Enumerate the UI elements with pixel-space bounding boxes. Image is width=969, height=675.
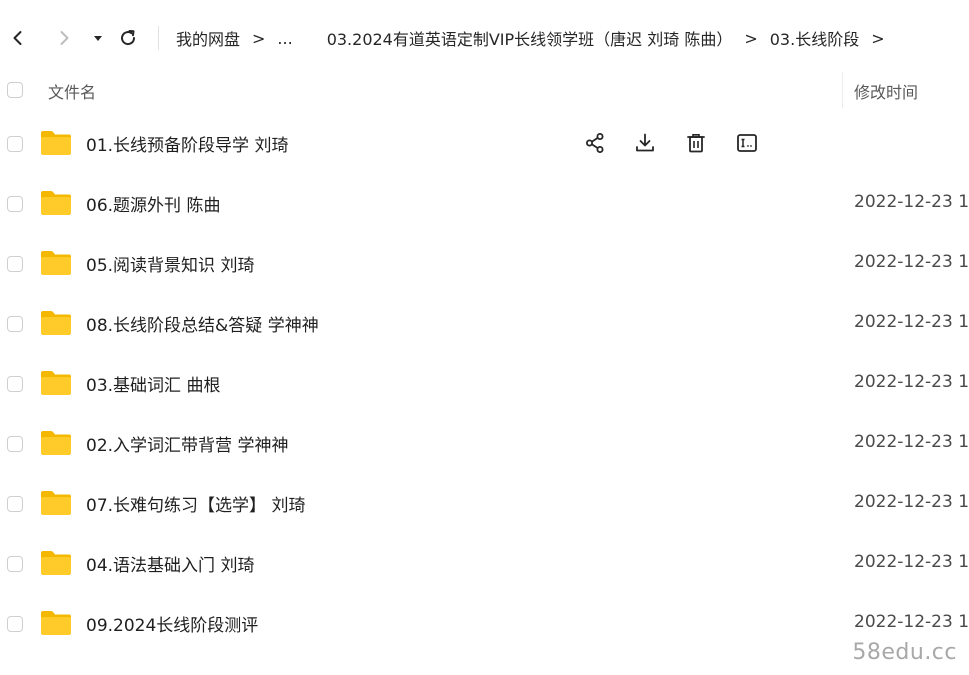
file-modified-time: 2022-12-23 1: [854, 432, 969, 452]
breadcrumb-item-root[interactable]: 我的网盘: [176, 26, 240, 50]
folder-icon: [40, 190, 72, 216]
file-modified-time: 2022-12-23 1: [854, 312, 969, 332]
folder-icon: [40, 490, 72, 516]
file-modified-time: 2022-12-23 1: [854, 192, 969, 212]
file-name[interactable]: 09.2024长线阶段测评: [86, 611, 258, 636]
file-name[interactable]: 04.语法基础入门 刘琦: [86, 551, 254, 576]
breadcrumb-separator: >: [252, 28, 266, 48]
refresh-button[interactable]: [112, 22, 144, 54]
caret-down-icon: [94, 36, 102, 41]
row-checkbox[interactable]: [7, 436, 23, 452]
select-all-checkbox[interactable]: [7, 82, 23, 98]
file-name[interactable]: 08.长线阶段总结&答疑 学神神: [86, 311, 319, 336]
file-modified-time: 2022-12-23 1: [854, 612, 969, 632]
row-checkbox[interactable]: [7, 196, 23, 212]
row-actions: [580, 128, 770, 160]
row-checkbox[interactable]: [7, 556, 23, 572]
folder-icon: [40, 250, 72, 276]
row-checkbox[interactable]: [7, 256, 23, 272]
toolbar-divider: [158, 26, 159, 50]
breadcrumb-separator: >: [744, 28, 758, 48]
table-row[interactable]: 08.长线阶段总结&答疑 学神神 2022-12-23 1: [0, 294, 969, 354]
folder-icon: [40, 310, 72, 336]
file-modified-time: 2022-12-23 1: [854, 252, 969, 272]
back-button[interactable]: [2, 22, 34, 54]
delete-button[interactable]: [681, 128, 711, 158]
table-row[interactable]: 04.语法基础入门 刘琦 2022-12-23 1: [0, 534, 969, 594]
row-checkbox[interactable]: [7, 376, 23, 392]
table-row[interactable]: 02.入学词汇带背营 学神神 2022-12-23 1: [0, 414, 969, 474]
download-icon: [636, 133, 654, 152]
folder-icon: [40, 430, 72, 456]
file-browser: 我的网盘 > ... 03.2024有道英语定制VIP长线领学班（唐迟 刘琦 陈…: [0, 0, 969, 675]
table-header: 文件名 修改时间: [0, 72, 969, 108]
folder-icon: [40, 370, 72, 396]
watermark: 58edu.cc: [852, 640, 957, 665]
breadcrumb: 我的网盘 > ... 03.2024有道英语定制VIP长线领学班（唐迟 刘琦 陈…: [176, 22, 897, 54]
folder-icon: [40, 550, 72, 576]
breadcrumb-item-current[interactable]: 03.长线阶段: [770, 26, 859, 50]
table-row[interactable]: 07.长难句练习【选学】 刘琦 2022-12-23 1: [0, 474, 969, 534]
breadcrumb-item-ellipsis[interactable]: ...: [277, 29, 292, 48]
download-button[interactable]: [630, 128, 660, 158]
column-header-name[interactable]: 文件名: [48, 79, 96, 103]
table-row[interactable]: 06.题源外刊 陈曲 2022-12-23 1: [0, 174, 969, 234]
rename-button[interactable]: [732, 128, 762, 158]
column-divider[interactable]: [842, 72, 843, 108]
top-toolbar: 我的网盘 > ... 03.2024有道英语定制VIP长线领学班（唐迟 刘琦 陈…: [0, 0, 969, 76]
table-row[interactable]: 01.长线预备阶段导学 刘琦: [0, 114, 969, 174]
rename-icon: [737, 134, 757, 152]
row-checkbox[interactable]: [7, 136, 23, 152]
table-row[interactable]: 05.阅读背景知识 刘琦 2022-12-23 1: [0, 234, 969, 294]
file-modified-time: 2022-12-23 1: [854, 372, 969, 392]
breadcrumb-separator: >: [871, 28, 885, 48]
share-button[interactable]: [580, 128, 610, 158]
folder-icon: [40, 130, 72, 156]
file-name[interactable]: 05.阅读背景知识 刘琦: [86, 251, 254, 276]
file-name[interactable]: 03.基础词汇 曲根: [86, 371, 220, 396]
column-header-modified[interactable]: 修改时间: [854, 79, 918, 103]
row-checkbox[interactable]: [7, 496, 23, 512]
row-checkbox[interactable]: [7, 316, 23, 332]
delete-icon: [687, 134, 705, 153]
folder-icon: [40, 610, 72, 636]
chevron-left-icon: [13, 31, 22, 45]
file-modified-time: 2022-12-23 1: [854, 552, 969, 572]
refresh-icon: [121, 30, 136, 46]
file-name[interactable]: 07.长难句练习【选学】 刘琦: [86, 491, 305, 516]
file-name[interactable]: 01.长线预备阶段导学 刘琦: [86, 131, 288, 156]
breadcrumb-item-course[interactable]: 03.2024有道英语定制VIP长线领学班（唐迟 刘琦 陈曲）: [327, 26, 733, 50]
row-checkbox[interactable]: [7, 616, 23, 632]
forward-button[interactable]: [48, 22, 80, 54]
chevron-right-icon: [60, 31, 69, 45]
table-row[interactable]: 03.基础词汇 曲根 2022-12-23 1: [0, 354, 969, 414]
file-name[interactable]: 06.题源外刊 陈曲: [86, 191, 220, 216]
file-name[interactable]: 02.入学词汇带背营 学神神: [86, 431, 288, 456]
file-modified-time: 2022-12-23 1: [854, 492, 969, 512]
table-row[interactable]: 09.2024长线阶段测评 2022-12-23 1: [0, 594, 969, 654]
history-dropdown-button[interactable]: [82, 22, 114, 54]
share-icon: [586, 133, 604, 153]
